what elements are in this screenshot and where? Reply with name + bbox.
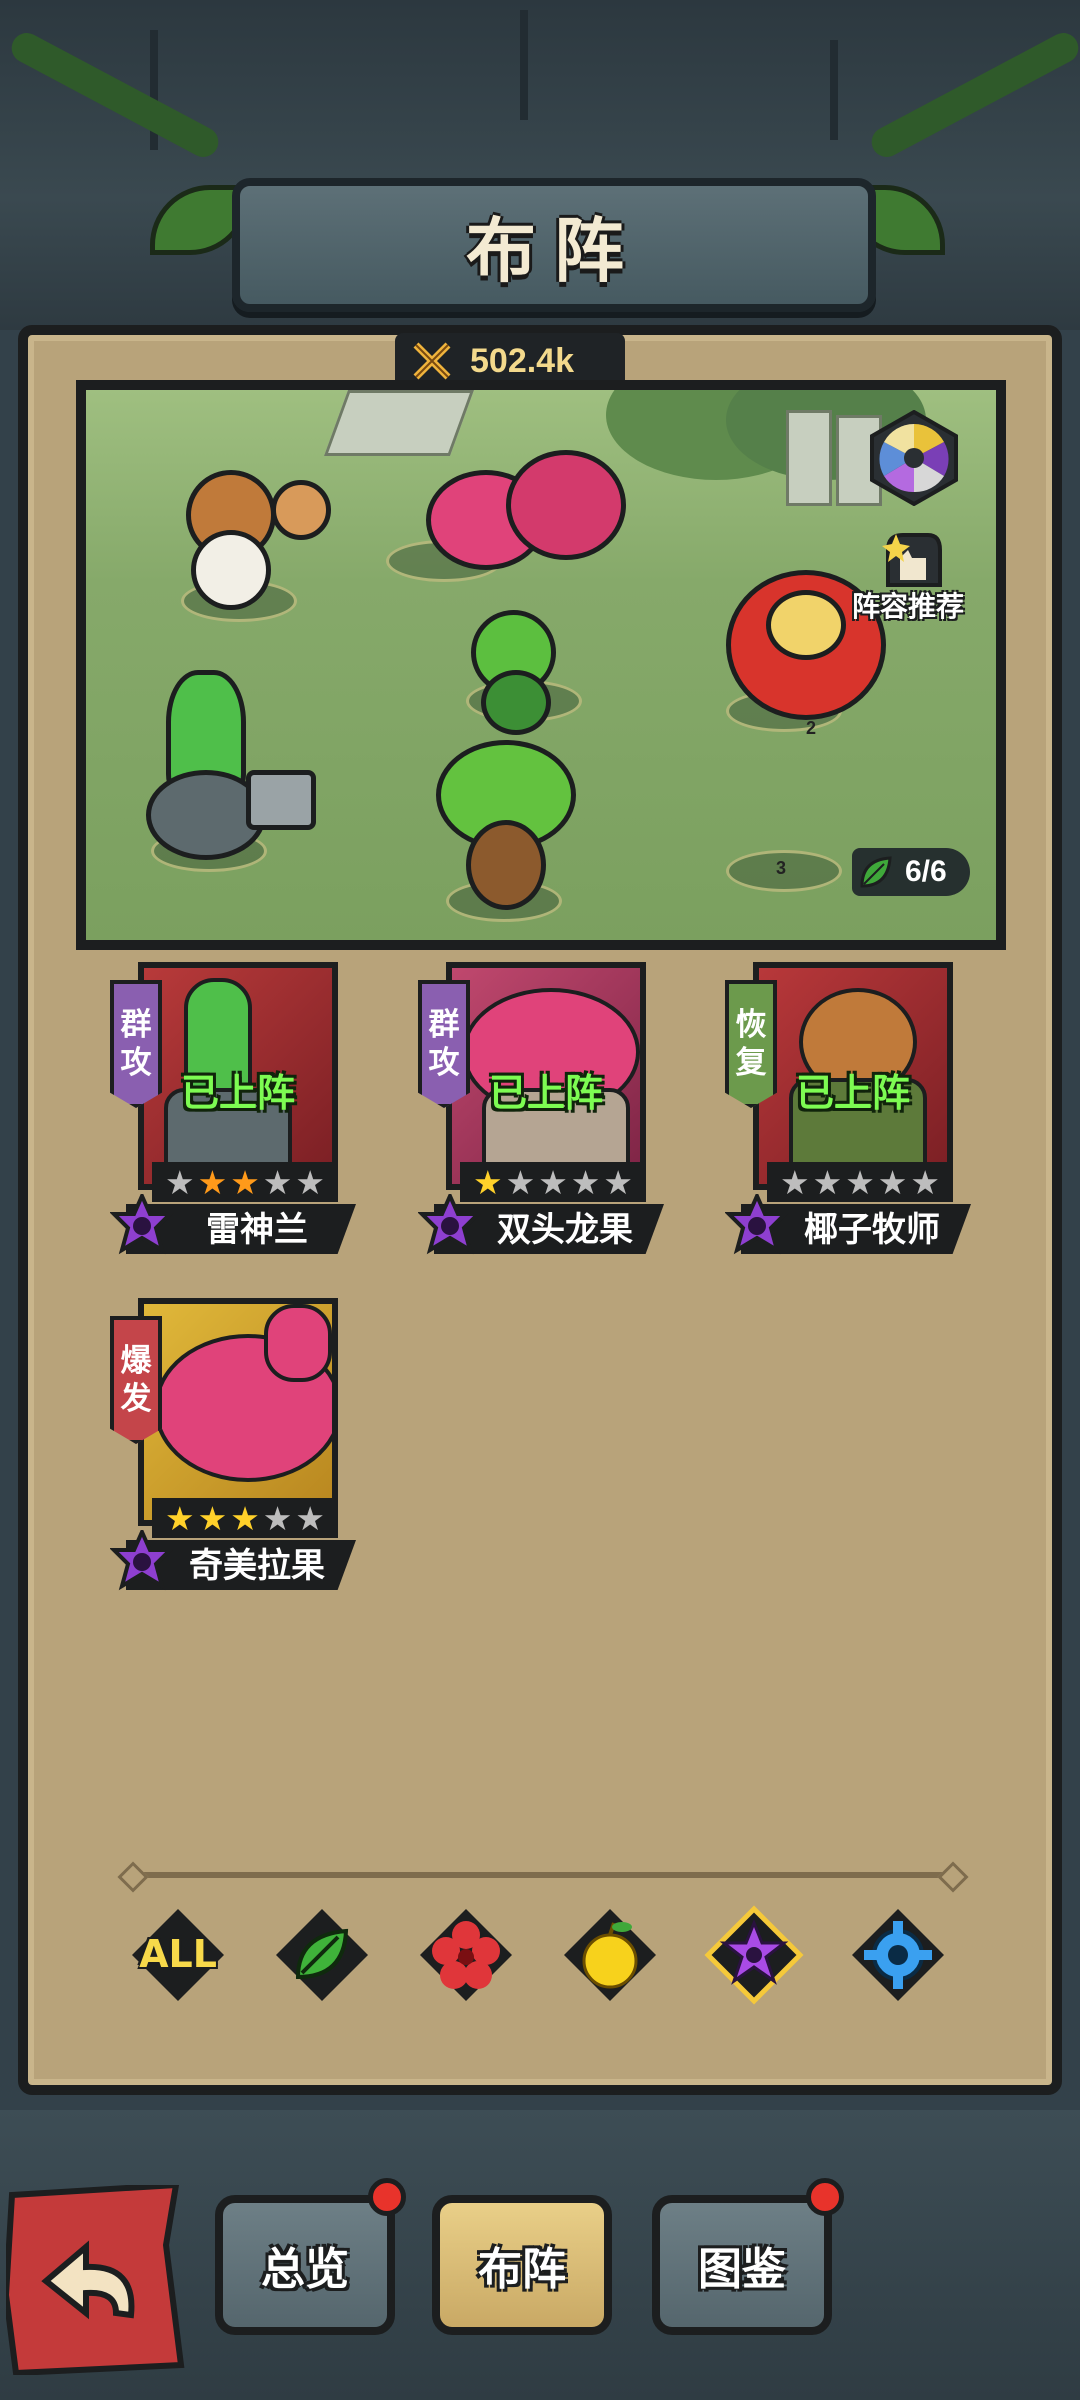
title-plate: 布阵 [232, 178, 876, 312]
team-count: 6/6 [905, 855, 947, 888]
stone-crack [520, 10, 528, 120]
crossed-swords-icon [413, 342, 451, 380]
deployed-status: 已上阵 [488, 1071, 603, 1115]
hero-card-coconut-priest[interactable]: 恢复 已上阵 ★ ★ ★ ★ ★ 椰子牧师 [725, 962, 975, 1282]
purple-star-faction-icon [110, 1530, 174, 1591]
star-icon: ★ [603, 1163, 633, 1201]
red-flower-icon [420, 1909, 512, 2001]
star-icon: ★ [538, 1163, 568, 1201]
hero-name: 双头龙果 [497, 1211, 633, 1249]
recommend-lineup-label[interactable]: 阵容推荐 [852, 585, 964, 625]
filter-flower-button[interactable] [416, 1905, 516, 2005]
tab-collection[interactable]: 图鉴 [652, 2195, 832, 2335]
notification-dot [806, 2178, 844, 2216]
filter-mech-button[interactable] [848, 1905, 948, 2005]
fence-post [786, 410, 832, 506]
slot-number: 3 [776, 858, 787, 878]
hero-card-thor-orchid[interactable]: 群攻 已上阵 ★ ★ ★ ★ ★ 雷神兰 [110, 962, 360, 1282]
unit-thor-orchid[interactable] [106, 650, 316, 870]
hero-name: 奇美拉果 [189, 1547, 325, 1585]
star-icon: ★ [845, 1163, 875, 1201]
yellow-fruit-icon [564, 1909, 656, 2001]
star-icon: ★ [877, 1163, 908, 1201]
purple-star-faction-icon [725, 1194, 789, 1255]
purple-star-faction-icon [110, 1194, 174, 1255]
star-icon: ★ [262, 1163, 293, 1201]
blue-gear-icon [852, 1909, 944, 2001]
hero-name: 雷神兰 [206, 1211, 308, 1249]
filter-star-button-selected[interactable] [704, 1905, 804, 2005]
star-icon: ★ [505, 1163, 536, 1201]
tab-overview[interactable]: 总览 [215, 2195, 395, 2335]
purple-star-faction-icon [418, 1194, 482, 1255]
hero-card-chimera-fruit[interactable]: 爆发 ★ ★ ★ ★ ★ 奇美拉果 [110, 1298, 360, 1618]
star-icon: ★ [230, 1499, 260, 1537]
star-icon: ★ [295, 1163, 325, 1201]
unit-pea-ninja[interactable] [446, 600, 576, 735]
role-tag: 爆发 [110, 1316, 162, 1444]
star-icon: ★ [910, 1163, 940, 1201]
slot-number: 2 [806, 718, 817, 738]
filter-all-label: ALL [139, 1932, 217, 1976]
vine [6, 27, 224, 163]
unit-two-headed-dragon[interactable] [426, 430, 626, 570]
recommend-lineup-icon[interactable] [878, 530, 948, 590]
hero-portrait [138, 1298, 338, 1526]
deployed-status: 已上阵 [795, 1071, 910, 1115]
leaf-icon [860, 856, 892, 888]
notification-dot [368, 2178, 406, 2216]
back-button[interactable] [6, 2185, 186, 2375]
purple-star-icon [704, 1905, 804, 2005]
stone-crack [830, 40, 838, 140]
unit-red-mech[interactable] [706, 560, 896, 720]
hero-card-two-headed-dragon[interactable]: 群攻 已上阵 ★ ★ ★ ★ ★ 双头龙果 [418, 962, 668, 1282]
faction-wheel-icon[interactable] [866, 410, 962, 506]
star-rating: ★ ★ ★ ★ ★ [152, 1162, 338, 1202]
star-icon: ★ [230, 1163, 260, 1201]
role-label: 爆发 [120, 1343, 152, 1416]
star-rating: ★ ★ ★ ★ ★ [152, 1498, 338, 1538]
filter-fruit-button[interactable] [560, 1905, 660, 2005]
vine [866, 27, 1080, 163]
star-icon: ★ [197, 1499, 228, 1537]
tab-formation[interactable]: 布阵 [432, 2195, 612, 2335]
star-icon: ★ [812, 1163, 843, 1201]
nature-leaf-icon [276, 1909, 368, 2001]
star-icon: ★ [197, 1163, 228, 1201]
star-icon: ★ [262, 1499, 293, 1537]
unit-tree-druid[interactable] [416, 740, 596, 910]
star-rating: ★ ★ ★ ★ ★ [460, 1162, 646, 1202]
filter-nature-button[interactable] [272, 1905, 372, 2005]
page-title: 布阵 [466, 209, 642, 292]
star-icon: ★ [295, 1499, 325, 1537]
unit-coconut-priest[interactable] [146, 440, 331, 610]
star-rating: ★ ★ ★ ★ ★ [767, 1162, 953, 1202]
combat-power-value: 502.4k [470, 342, 574, 380]
filter-divider [128, 1872, 954, 1878]
star-icon: ★ [570, 1163, 601, 1201]
deployed-status: 已上阵 [180, 1071, 295, 1115]
hero-name: 椰子牧师 [804, 1211, 940, 1249]
